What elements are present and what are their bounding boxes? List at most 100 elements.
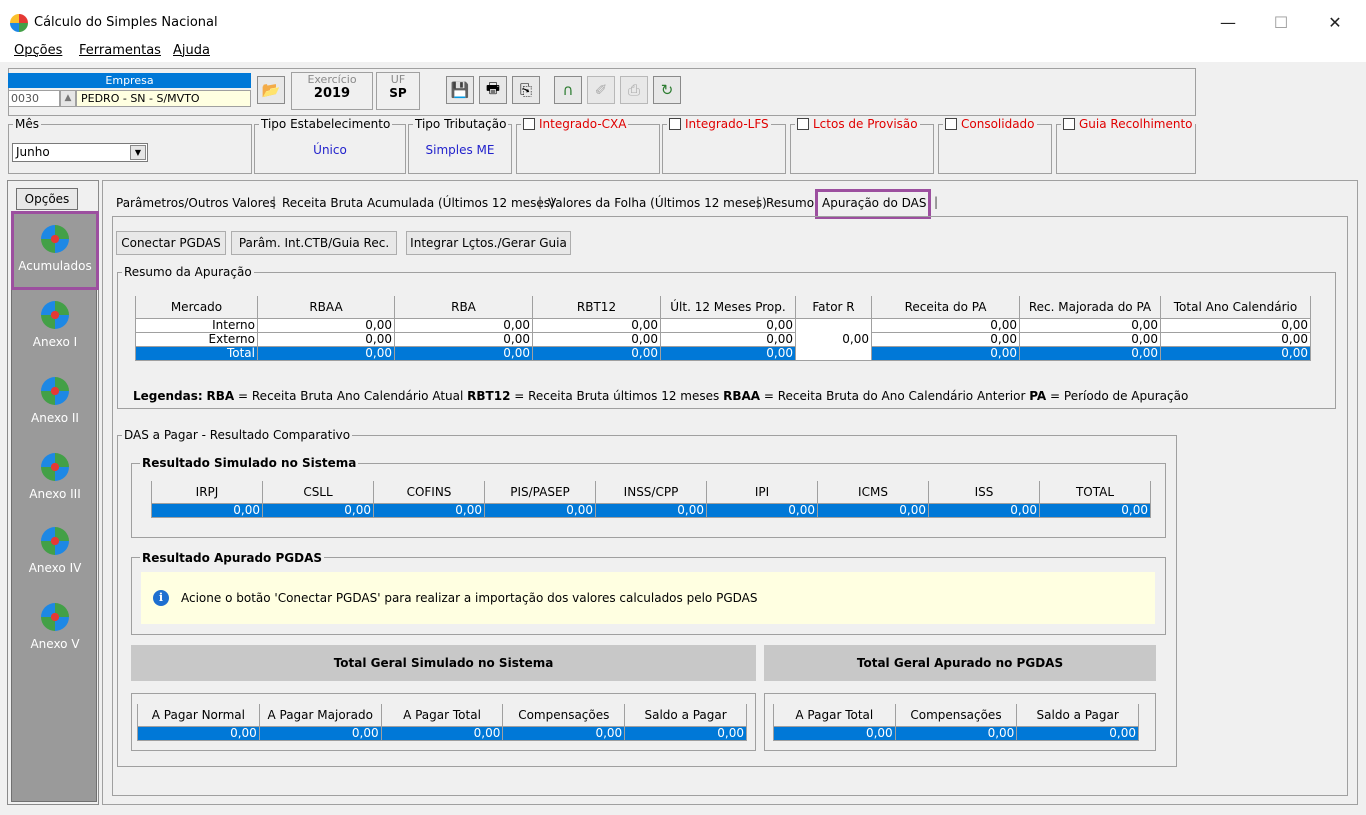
menu-bar: Opções Ferramentas Ajuda (0, 40, 1366, 62)
consolidado-label: Consolidado (961, 117, 1035, 131)
cell-inss-cpp: 0,00 (595, 502, 707, 518)
sidebar-item-anexo-iii[interactable]: Anexo III (12, 453, 98, 501)
col-mercado: Mercado (135, 296, 258, 318)
integrado-cxa-checkbox[interactable]: Integrado-CXA (521, 117, 629, 131)
cell-mercado: Externo (135, 331, 258, 347)
integrado-lfs-checkbox[interactable]: Integrado-LFS (667, 117, 771, 131)
tipo-trib-value[interactable]: Simples ME (409, 143, 511, 157)
cell-a-pagar-total: 0,00 (773, 725, 896, 741)
refresh-icon[interactable]: ↻ (653, 76, 681, 104)
cell-cofins: 0,00 (373, 502, 485, 518)
checkbox-icon[interactable] (797, 118, 809, 130)
cell-rbaa: 0,00 (257, 317, 395, 333)
cell-rba: 0,00 (394, 331, 533, 347)
cell-irpj: 0,00 (151, 502, 263, 518)
open-folder-icon[interactable]: 📂 (257, 76, 285, 104)
col-rbt12: RBT12 (532, 296, 661, 318)
sidebar-item-anexo-iv[interactable]: Anexo IV (12, 527, 98, 575)
uf-value: SP (389, 86, 407, 100)
cell-total-ano: 0,00 (1160, 345, 1311, 361)
sidebar-item-anexo-ii[interactable]: Anexo II (12, 377, 98, 425)
cell-rec-majorada: 0,00 (1019, 317, 1161, 333)
disabled-tool-icon-2[interactable]: ⎙ (620, 76, 648, 104)
cell-a-pagar-majorado: 0,00 (258, 725, 382, 741)
sidebar-item-anexo-i[interactable]: Anexo I (12, 301, 98, 349)
minimize-button[interactable]: — (1205, 10, 1251, 36)
col-inss-cpp: INSS/CPP (595, 481, 707, 503)
checkbox-icon[interactable] (523, 118, 535, 130)
headset-icon[interactable]: ∩ (554, 76, 582, 104)
cell-saldo-a-pagar: 0,00 (1016, 725, 1139, 741)
table-row[interactable]: 0,00 0,00 0,00 0,00 0,00 0,00 0,00 0,00 … (151, 502, 1151, 518)
checkbox-icon[interactable] (1063, 118, 1075, 130)
tab-valores-folha[interactable]: Valores da Folha (Últimos 12 meses) (548, 196, 767, 210)
conectar-pgdas-button[interactable]: Conectar PGDAS (116, 231, 226, 255)
sidebar-options-button[interactable]: Opções (16, 188, 78, 210)
provisao-checkbox[interactable]: Lctos de Provisão (795, 117, 920, 131)
col-receita-pa: Receita do PA (871, 296, 1020, 318)
guia-checkbox[interactable]: Guia Recolhimento (1061, 117, 1195, 131)
chevron-down-icon[interactable]: ▼ (130, 145, 146, 160)
disabled-tool-icon[interactable]: ✐ (587, 76, 615, 104)
col-total: TOTAL (1039, 481, 1151, 503)
sidebar-item-label: Anexo III (29, 487, 81, 501)
empresa-spin-icon[interactable]: ▲ (60, 90, 76, 107)
menu-ferramentas[interactable]: Ferramentas (79, 43, 161, 58)
simulado-table: IRPJ CSLL COFINS PIS/PASEP INSS/CPP IPI … (151, 481, 1151, 518)
sidebar: Acumulados Anexo I Anexo II Anexo III An… (11, 212, 97, 802)
cell-a-pagar-total: 0,00 (380, 725, 504, 741)
cell-pis-pasep: 0,00 (484, 502, 596, 518)
mes-select[interactable]: Junho ▼ (12, 143, 148, 162)
legend-text: = Receita Bruta Ano Calendário Atual (234, 389, 464, 403)
tab-receita-bruta[interactable]: Receita Bruta Acumulada (Últimos 12 mese… (282, 196, 555, 210)
integrar-lctos-button[interactable]: Integrar Lçtos./Gerar Guia (406, 231, 571, 255)
sidebar-item-label: Anexo V (30, 637, 80, 651)
legend-key: PA (1029, 389, 1047, 403)
app-logo-icon (10, 14, 28, 32)
consolidado-checkbox[interactable]: Consolidado (943, 117, 1037, 131)
cell-total-ano: 0,00 (1160, 317, 1311, 333)
print-icon[interactable]: 🖶 (479, 76, 507, 104)
uf-field[interactable]: UF SP (376, 72, 420, 110)
table-row[interactable]: 0,00 0,00 0,00 0,00 0,00 (137, 725, 747, 741)
cell-saldo-a-pagar: 0,00 (624, 725, 747, 741)
sidebar-item-anexo-v[interactable]: Anexo V (12, 603, 98, 651)
anexo-v-icon (41, 603, 69, 631)
menu-opcoes[interactable]: Opções (14, 43, 62, 58)
cell-mercado: Total (135, 345, 258, 361)
param-int-ctb-button[interactable]: Parâm. Int.CTB/Guia Rec. (231, 231, 397, 255)
cell-iss: 0,00 (928, 502, 1040, 518)
cell-a-pagar-normal: 0,00 (137, 725, 260, 741)
tab-parametros[interactable]: Parâmetros/Outros Valores (116, 196, 276, 210)
total-apurado-table: A Pagar Total Compensações Saldo a Pagar… (773, 704, 1139, 741)
tab-resumo[interactable]: Resumo (766, 196, 814, 210)
exercicio-field[interactable]: Exercício 2019 (291, 72, 373, 110)
integrado-lfs-group: Integrado-LFS (662, 117, 786, 174)
col-pis-pasep: PIS/PASEP (484, 481, 596, 503)
col-a-pagar-total: A Pagar Total (380, 704, 504, 726)
table-row-total[interactable]: Total 0,00 0,00 0,00 0,00 0,00 0,00 0,00 (135, 345, 1311, 361)
col-rbaa: RBAA (257, 296, 395, 318)
title-bar: Cálculo do Simples Nacional — ☐ ✕ (0, 0, 1366, 40)
save-icon[interactable]: 💾 (446, 76, 474, 104)
table-row[interactable]: 0,00 0,00 0,00 (773, 725, 1139, 741)
maximize-button[interactable]: ☐ (1258, 10, 1304, 36)
cell-fator-r: 0,00 (795, 317, 872, 361)
total-simulado-title: Total Geral Simulado no Sistema (131, 645, 756, 681)
simulado-title: Resultado Simulado no Sistema (140, 456, 359, 470)
tipo-estab-value[interactable]: Único (255, 143, 405, 157)
cell-receita-pa: 0,00 (871, 317, 1020, 333)
cell-rec-majorada: 0,00 (1019, 345, 1161, 361)
close-button[interactable]: ✕ (1312, 10, 1358, 36)
menu-ajuda[interactable]: Ajuda (173, 43, 210, 58)
empresa-code-input[interactable]: 0030 (8, 90, 60, 107)
checkbox-icon[interactable] (945, 118, 957, 130)
table-row[interactable]: Externo 0,00 0,00 0,00 0,00 0,00 0,00 0,… (135, 331, 1311, 347)
empresa-label: Empresa (8, 73, 251, 88)
table-row[interactable]: Interno 0,00 0,00 0,00 0,00 0,00 0,00 0,… (135, 317, 1311, 361)
anexo-i-icon (41, 301, 69, 329)
anexo-iii-icon (41, 453, 69, 481)
export-icon[interactable]: ⎘ (512, 76, 540, 104)
empresa-name-field[interactable]: PEDRO - SN - S/MVTO (76, 90, 251, 107)
checkbox-icon[interactable] (669, 118, 681, 130)
